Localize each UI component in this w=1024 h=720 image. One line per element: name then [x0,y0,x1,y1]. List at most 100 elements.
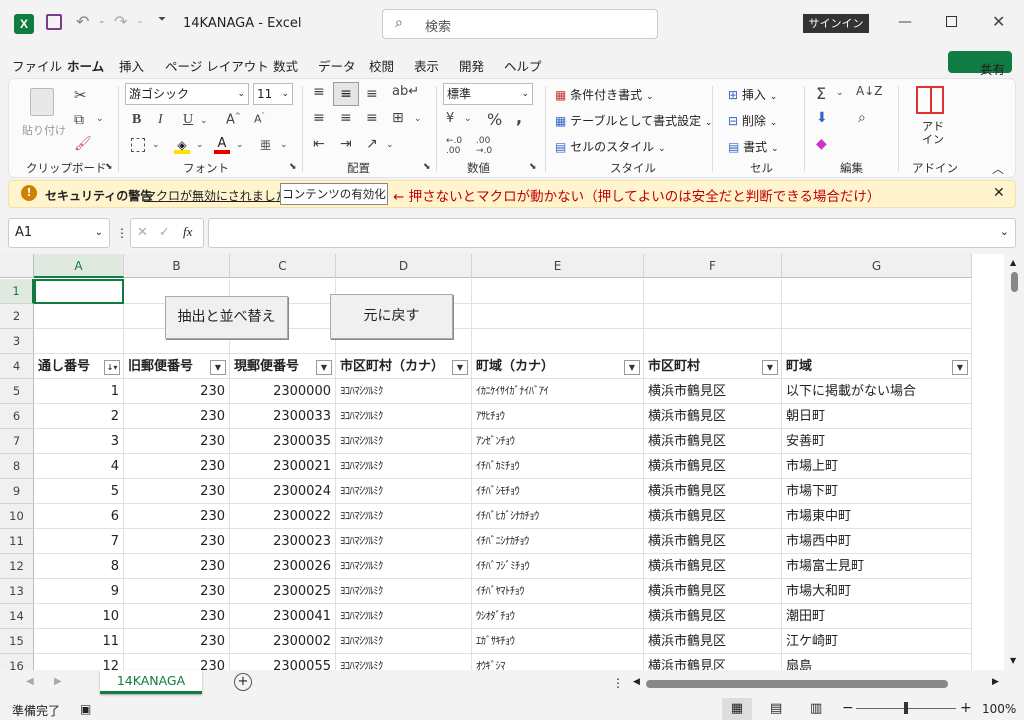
tab-view[interactable]: 表示 [414,56,439,75]
row-header[interactable]: 6 [0,404,34,429]
spreadsheet-grid[interactable]: ABCDEFG 1 2 3 4 5 6 7 8 9 10 11 12 13 14 15 16 通し番号 ↓▾ 旧郵… [0,254,1004,670]
row-header[interactable]: 2 [0,304,34,329]
decrease-font-icon[interactable]: Aˇ [254,112,265,126]
align-bottom-icon[interactable]: ≡ [366,86,378,102]
table-cell[interactable]: 2300041 [230,604,336,629]
table-cell[interactable]: 10 [34,604,124,629]
format-cells-button[interactable]: ▤ 書式 ⌄ [728,138,779,155]
table-cell[interactable]: 2300033 [230,404,336,429]
table-cell[interactable]: ｵｳｷﾞｼﾏ [472,654,644,670]
row-header[interactable]: 13 [0,579,34,604]
share-button[interactable]: ⇪ 共有 ⌄ [948,51,1012,77]
table-cell[interactable]: 11 [34,629,124,654]
font-launcher-icon[interactable]: ⬊ [289,162,297,172]
warning-close-icon[interactable]: ✕ [993,185,1005,201]
table-cell[interactable]: 2300022 [230,504,336,529]
align-right-icon[interactable]: ≡ [366,110,378,126]
table-cell[interactable]: 以下に掲載がない場合 [782,379,972,404]
warning-message[interactable]: マクロが無効にされました。 [144,187,300,204]
table-cell[interactable]: 230 [124,604,230,629]
vertical-scrollbar[interactable]: ▲ ▼ [1004,254,1024,670]
italic-icon[interactable]: I [158,112,163,128]
active-cell-A1[interactable] [34,279,124,304]
table-cell[interactable]: ﾖｺﾊﾏｼﾂﾙﾐｸ [336,479,472,504]
vertical-scroll-thumb[interactable] [1011,272,1018,292]
increase-font-icon[interactable]: A^ [226,112,241,127]
table-cell[interactable]: ﾖｺﾊﾏｼﾂﾙﾐｸ [336,654,472,670]
table-cell[interactable]: 2300002 [230,629,336,654]
alignment-launcher-icon[interactable]: ⬊ [423,162,431,172]
zoom-out-icon[interactable]: − [842,700,854,716]
table-cell[interactable]: 3 [34,429,124,454]
tab-page-layout[interactable]: ページ レイアウト [165,56,269,75]
paste-button[interactable]: 貼り付け [22,122,66,138]
table-cell[interactable]: ﾖｺﾊﾏｼﾂﾙﾐｸ [336,554,472,579]
phonetic-dropdown-icon[interactable]: ⌄ [280,140,288,150]
merge-center-icon[interactable]: ⊞ [392,110,404,126]
clipboard-launcher-icon[interactable]: ⬊ [105,162,113,172]
accounting-dropdown-icon[interactable]: ⌄ [464,114,472,124]
number-launcher-icon[interactable]: ⬊ [529,162,537,172]
insert-cells-button[interactable]: ⊞ 挿入 ⌄ [728,86,777,103]
scroll-down-icon[interactable]: ▼ [1010,656,1016,665]
table-cell[interactable]: ｲｶﾆｹｲｻｲｶﾞﾅｲﾊﾞｱｲ [472,379,644,404]
table-cell[interactable]: ｲﾁﾊﾞｼﾓﾁｮｳ [472,479,644,504]
table-cell[interactable]: 230 [124,429,230,454]
borders-dropdown-icon[interactable]: ⌄ [152,140,160,150]
comma-style-icon[interactable]: , [516,108,522,127]
table-cell[interactable]: 230 [124,479,230,504]
wrap-text-icon[interactable]: ab↵ [392,84,419,99]
column-header-g[interactable]: G [782,254,972,278]
table-header-cell[interactable]: 現郵便番号 ▼ [230,354,336,379]
orientation-dropdown-icon[interactable]: ⌄ [386,140,394,150]
table-header-cell[interactable]: 町域 ▼ [782,354,972,379]
copy-dropdown-icon[interactable]: ⌄ [96,114,104,124]
empty-cell[interactable] [782,279,972,304]
row-header[interactable]: 10 [0,504,34,529]
table-cell[interactable]: 2300000 [230,379,336,404]
scroll-right-icon[interactable]: ▶ [992,677,999,687]
next-sheet-icon[interactable]: ▶ [54,676,62,687]
row-header[interactable]: 8 [0,454,34,479]
row-header[interactable]: 4 [0,354,34,379]
undo-icon[interactable]: ↶ [76,12,89,31]
empty-cell[interactable] [472,329,644,354]
table-cell[interactable]: 横浜市鶴見区 [644,479,782,504]
table-cell[interactable]: 1 [34,379,124,404]
table-cell[interactable]: ﾖｺﾊﾏｼﾂﾙﾐｸ [336,379,472,404]
font-color-dropdown-icon[interactable]: ⌄ [236,140,244,150]
confirm-entry-icon[interactable]: ✓ [159,225,170,240]
align-left-icon[interactable]: ≡ [313,110,325,126]
scroll-up-icon[interactable]: ▲ [1010,258,1016,267]
name-box[interactable]: A1 ⌄ [8,218,110,248]
table-cell[interactable]: 横浜市鶴見区 [644,429,782,454]
increase-indent-icon[interactable]: ⇥ [340,136,352,152]
table-cell[interactable]: 8 [34,554,124,579]
bold-icon[interactable]: B [132,112,141,128]
conditional-format-button[interactable]: ▦ 条件付き書式 ⌄ [555,86,654,103]
table-cell[interactable]: 江ケ崎町 [782,629,972,654]
table-cell[interactable]: 市場東中町 [782,504,972,529]
add-sheet-icon[interactable]: + [234,673,252,691]
align-center-icon[interactable]: ≡ [340,110,352,126]
table-cell[interactable]: 230 [124,654,230,670]
zoom-slider-thumb[interactable] [904,702,908,714]
table-header-cell[interactable]: 市区町村 ▼ [644,354,782,379]
page-layout-view-icon[interactable]: ▤ [770,701,782,716]
row-header[interactable]: 3 [0,329,34,354]
normal-view-icon[interactable]: ▦ [722,698,752,720]
table-cell[interactable]: 2300055 [230,654,336,670]
row-header[interactable]: 7 [0,429,34,454]
column-header-b[interactable]: B [124,254,230,278]
table-cell[interactable]: ﾖｺﾊﾏｼﾂﾙﾐｸ [336,429,472,454]
scroll-left-icon[interactable]: ◀ [633,677,640,687]
empty-cell[interactable] [782,304,972,329]
column-header-e[interactable]: E [472,254,644,278]
accounting-format-icon[interactable]: ¥ [446,111,454,126]
row-header[interactable]: 12 [0,554,34,579]
merge-dropdown-icon[interactable]: ⌄ [414,114,422,124]
formula-input[interactable]: ⌄ [208,218,1016,248]
decrease-decimal-icon[interactable]: .00 →.0 [476,136,492,156]
tab-insert[interactable]: 挿入 [119,56,144,75]
table-cell[interactable]: 2 [34,404,124,429]
